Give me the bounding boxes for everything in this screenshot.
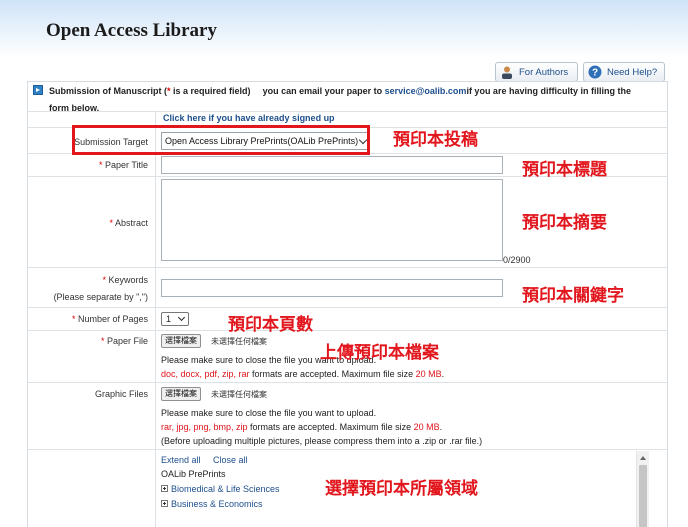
banner-text: Submission of Manuscript (* is a require… bbox=[49, 86, 631, 96]
row-divider bbox=[27, 382, 668, 383]
paper-file-formats: doc, docx, pdf, zip, rar formats are acc… bbox=[161, 369, 444, 379]
pages-label: * Number of Pages bbox=[72, 314, 148, 324]
paper-title-label: * Paper Title bbox=[99, 160, 148, 170]
highlight-box bbox=[72, 125, 370, 155]
graphic-files-label: Graphic Files bbox=[95, 389, 148, 399]
site-header: Open Access Library bbox=[0, 0, 688, 58]
row-divider bbox=[27, 267, 668, 268]
graphic-file-formats: rar, jpg, png, bmp, zip formats are acce… bbox=[161, 422, 442, 432]
for-authors-button[interactable]: For Authors bbox=[495, 62, 578, 82]
keywords-hint: (Please separate by ",") bbox=[54, 292, 148, 302]
row-divider bbox=[27, 307, 668, 308]
paper-file-status: 未選擇任何檔案 bbox=[211, 336, 267, 347]
row-divider bbox=[27, 330, 668, 331]
bullet-arrow-icon bbox=[33, 85, 43, 95]
domain-item[interactable]: Business & Economics bbox=[161, 499, 263, 509]
chevron-down-icon bbox=[178, 314, 185, 321]
submission-banner: Submission of Manuscript (* is a require… bbox=[27, 82, 668, 101]
paper-file-choose-button[interactable]: 選擇檔案 bbox=[161, 334, 201, 348]
annotation-pages: 預印本頁數 bbox=[228, 310, 313, 335]
annotation-title: 預印本標題 bbox=[522, 155, 607, 180]
already-signed-up-link[interactable]: Click here if you have already signed up bbox=[163, 113, 335, 123]
graphic-file-note2: (Before uploading multiple pictures, ple… bbox=[161, 436, 482, 446]
svg-text:?: ? bbox=[592, 68, 598, 79]
need-help-button[interactable]: ? Need Help? bbox=[583, 62, 665, 82]
row-divider bbox=[27, 111, 668, 112]
site-logo[interactable]: Open Access Library bbox=[46, 20, 217, 42]
help-icon: ? bbox=[588, 65, 602, 79]
abstract-label: * Abstract bbox=[109, 218, 148, 228]
annotation-keywords: 預印本關鍵字 bbox=[522, 281, 624, 306]
annotation-target: 預印本投稿 bbox=[393, 125, 478, 150]
expand-plus-icon[interactable] bbox=[161, 500, 168, 507]
scroll-thumb[interactable] bbox=[639, 465, 647, 527]
keywords-label: * Keywords bbox=[102, 275, 148, 285]
pages-select[interactable]: 1 bbox=[161, 312, 189, 326]
graphic-file-status: 未選擇任何檔案 bbox=[211, 389, 267, 400]
abstract-char-count: 0/2900 bbox=[503, 255, 531, 265]
paper-title-input[interactable] bbox=[161, 156, 503, 174]
author-icon bbox=[500, 65, 514, 79]
graphic-file-choose-button[interactable]: 選擇檔案 bbox=[161, 387, 201, 401]
graphic-file-note: Please make sure to close the file you w… bbox=[161, 408, 376, 418]
domain-root: OALib PrePrints bbox=[161, 469, 226, 479]
extend-all-link[interactable]: Extend all bbox=[161, 455, 201, 465]
paper-file-label: * Paper File bbox=[101, 336, 148, 346]
scroll-up-icon[interactable] bbox=[640, 456, 646, 460]
domain-scrollbar[interactable] bbox=[636, 451, 649, 527]
domain-item[interactable]: Biomedical & Life Sciences bbox=[161, 484, 280, 494]
close-all-link[interactable]: Close all bbox=[213, 455, 248, 465]
annotation-abstract: 預印本摘要 bbox=[522, 208, 607, 233]
keywords-input[interactable] bbox=[161, 279, 503, 297]
pages-value: 1 bbox=[166, 314, 171, 324]
need-help-label: Need Help? bbox=[607, 67, 657, 78]
abstract-textarea[interactable] bbox=[161, 179, 503, 261]
expand-plus-icon[interactable] bbox=[161, 485, 168, 492]
support-email-link[interactable]: service@oalib.com bbox=[385, 86, 467, 96]
annotation-upload: 上傳預印本檔案 bbox=[320, 338, 439, 363]
annotation-domain: 選擇預印本所屬領域 bbox=[325, 474, 478, 499]
for-authors-label: For Authors bbox=[519, 67, 568, 78]
